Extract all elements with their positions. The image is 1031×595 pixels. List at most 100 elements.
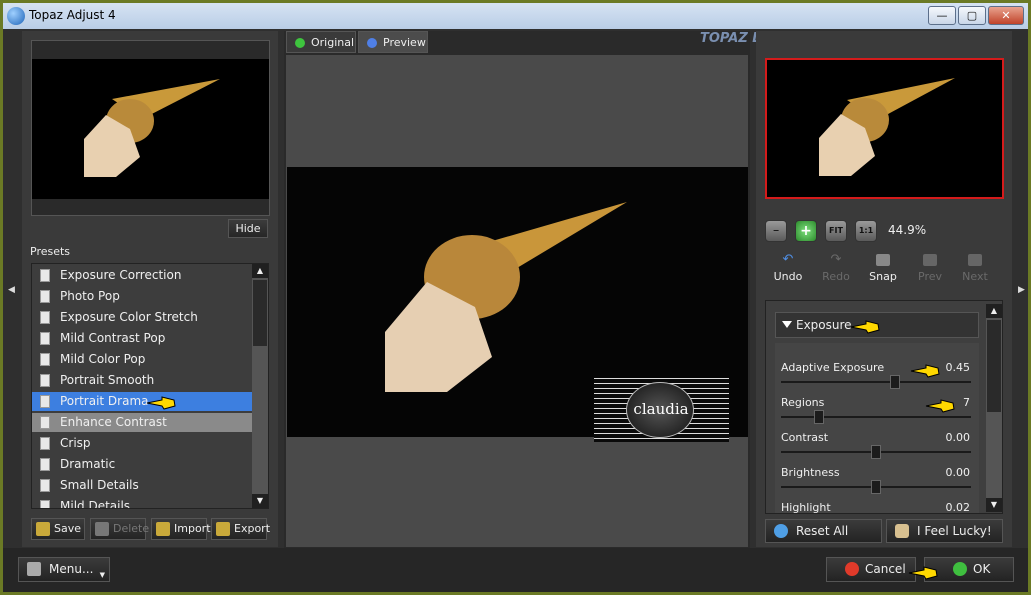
document-icon <box>40 437 50 450</box>
collapse-left-icon[interactable]: ◀ <box>8 285 16 295</box>
import-label: Import <box>174 522 211 535</box>
list-item[interactable]: Small Details <box>32 476 252 495</box>
close-button[interactable]: ✕ <box>988 6 1024 25</box>
preset-label: Portrait Smooth <box>60 373 155 387</box>
document-icon <box>40 395 50 408</box>
maximize-button[interactable]: ▢ <box>958 6 986 25</box>
pointing-hand-icon <box>925 399 955 413</box>
tab-preview-label: Preview <box>383 36 426 49</box>
preset-label: Dramatic <box>60 457 116 471</box>
export-button[interactable]: Export <box>211 518 271 540</box>
slider-knob[interactable] <box>871 480 881 494</box>
redo-button[interactable]: ↷ Redo <box>814 252 858 283</box>
preset-scrollbar[interactable]: ▲ ▼ <box>252 264 268 508</box>
import-icon <box>156 522 170 536</box>
export-label: Export <box>234 522 271 535</box>
document-icon <box>40 311 50 324</box>
document-icon <box>40 290 50 303</box>
tab-original[interactable]: Original <box>286 31 356 53</box>
zoom-level: 44.9% <box>888 223 927 237</box>
save-icon <box>36 522 50 536</box>
preset-label: Crisp <box>60 436 91 450</box>
preset-label: Mild Details <box>60 499 131 509</box>
preset-label: Enhance Contrast <box>60 415 167 429</box>
undo-button[interactable]: ↶ Undo <box>766 253 810 283</box>
zoom-one-to-one-button[interactable]: 1:1 <box>855 220 877 242</box>
preset-list[interactable]: Exposure Correction Photo Pop Exposure C… <box>31 263 269 509</box>
dropdown-arrow-icon: ▼ <box>99 571 105 579</box>
adjustment-scrollbar[interactable]: ▲ ▼ <box>986 304 1002 512</box>
delete-icon <box>95 522 109 536</box>
scroll-down-icon[interactable]: ▼ <box>252 494 268 508</box>
list-item[interactable]: Mild Color Pop <box>32 350 252 369</box>
cancel-icon <box>845 562 859 576</box>
zoom-fit-button[interactable]: FIT <box>825 220 847 242</box>
list-item[interactable]: Crisp <box>32 434 252 453</box>
slider-label: Brightness <box>781 466 840 479</box>
list-item[interactable]: Mild Details <box>32 497 252 509</box>
import-button[interactable]: Import <box>151 518 211 540</box>
next-button[interactable]: Next <box>953 254 997 283</box>
feel-lucky-button[interactable]: I Feel Lucky! <box>886 519 1003 543</box>
menu-label: Menu... <box>49 562 94 576</box>
blue-dot-icon <box>367 38 377 48</box>
scroll-thumb[interactable] <box>253 280 267 346</box>
hide-button[interactable]: Hide <box>228 219 268 238</box>
list-item[interactable]: Exposure Color Stretch <box>32 308 252 327</box>
dice-icon <box>895 524 909 538</box>
list-item[interactable]: Dramatic <box>32 455 252 474</box>
collapse-right-icon[interactable]: ▶ <box>1018 285 1026 295</box>
scroll-up-icon[interactable]: ▲ <box>986 304 1002 318</box>
app-icon <box>7 7 25 25</box>
redo-icon: ↷ <box>830 252 842 267</box>
snap-button[interactable]: Snap <box>861 254 905 283</box>
list-item[interactable]: Photo Pop <box>32 287 252 306</box>
list-item[interactable]: Mild Contrast Pop <box>32 329 252 348</box>
slider-value: 0.02 <box>945 501 971 514</box>
delete-button[interactable]: Delete <box>90 518 149 540</box>
tab-preview[interactable]: Preview <box>358 31 428 53</box>
reset-label: Reset All <box>796 524 849 538</box>
navigator-thumbnail <box>31 40 270 216</box>
scroll-thumb[interactable] <box>987 320 1001 412</box>
cancel-button[interactable]: Cancel <box>826 557 916 582</box>
navigator-preview[interactable] <box>765 58 1004 199</box>
list-item[interactable]: Portrait Smooth <box>32 371 252 390</box>
slider-track[interactable] <box>781 381 971 383</box>
export-icon <box>216 522 230 536</box>
scroll-up-icon[interactable]: ▲ <box>252 264 268 278</box>
zoom-in-button[interactable]: + <box>795 220 817 242</box>
menu-button[interactable]: Menu... ▼ <box>18 557 110 582</box>
thumbnail-image <box>32 59 269 199</box>
slider-track[interactable] <box>781 416 971 418</box>
document-icon <box>40 500 50 508</box>
document-icon <box>40 374 50 387</box>
slider-knob[interactable] <box>871 445 881 459</box>
preset-label: Mild Color Pop <box>60 352 146 366</box>
preset-label: Exposure Color Stretch <box>60 310 198 324</box>
cancel-label: Cancel <box>865 562 906 576</box>
reset-all-button[interactable]: Reset All <box>765 519 882 543</box>
scroll-down-icon[interactable]: ▼ <box>986 498 1002 512</box>
slider-label: Contrast <box>781 431 829 444</box>
window-title: Topaz Adjust 4 <box>29 8 116 22</box>
slider-knob[interactable] <box>814 410 824 424</box>
slider-label: Regions <box>781 396 825 409</box>
section-title: Exposure <box>796 318 852 332</box>
document-icon <box>40 353 50 366</box>
presets-heading: Presets <box>30 245 71 258</box>
list-item[interactable]: Enhance Contrast <box>32 413 252 432</box>
slider-label: Highlight <box>781 501 831 514</box>
snap-label: Snap <box>869 270 897 283</box>
prev-button[interactable]: Prev <box>908 254 952 283</box>
minimize-button[interactable]: — <box>928 6 956 25</box>
zoom-out-button[interactable]: − <box>765 220 787 242</box>
slider-knob[interactable] <box>890 375 900 389</box>
redo-label: Redo <box>822 270 850 283</box>
pointing-hand-icon <box>850 320 880 334</box>
save-button[interactable]: Save <box>31 518 85 540</box>
list-item[interactable]: Exposure Correction <box>32 266 252 285</box>
list-item-selected[interactable]: Portrait Drama <box>32 392 252 411</box>
expand-triangle-icon <box>782 321 792 328</box>
next-label: Next <box>962 270 988 283</box>
